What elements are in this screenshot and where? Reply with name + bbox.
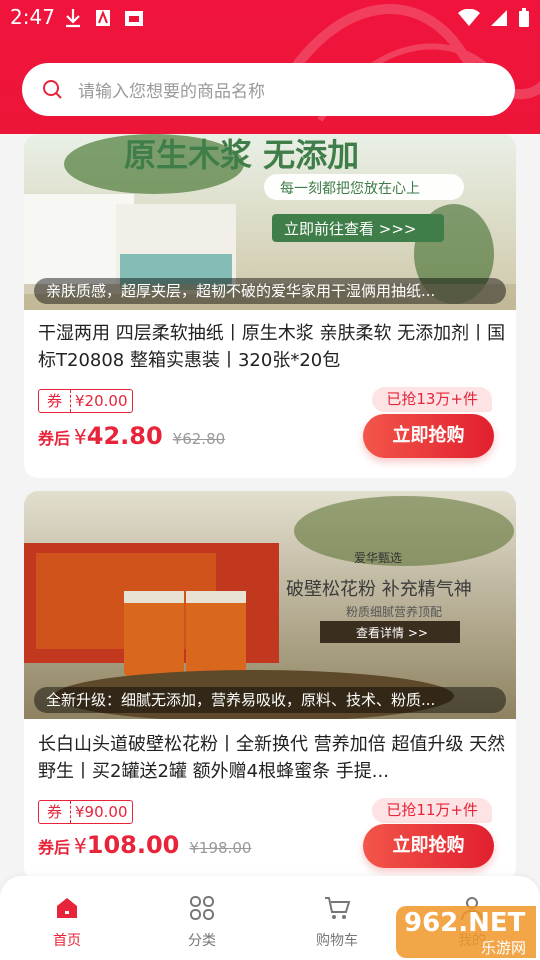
banner-headline: 破壁松花粉 补充精气神 xyxy=(286,579,472,600)
banner-tagline: 每一刻都把您放在心上 xyxy=(280,181,420,197)
watermark-text: 962.NET xyxy=(404,908,526,938)
download-icon xyxy=(66,9,80,28)
tab-label: 购物车 xyxy=(316,933,358,949)
price-value: 108.00 xyxy=(86,831,180,859)
original-price: ¥198.00 xyxy=(189,839,252,857)
sold-count-badge: 已抢11万+件 xyxy=(372,798,492,823)
price-label: 券后 xyxy=(38,429,71,448)
banner-headline: 原生木浆 无添加 xyxy=(124,136,360,174)
tab-category[interactable]: 分类 xyxy=(162,894,242,950)
search-icon xyxy=(43,79,62,99)
search-input[interactable]: 请输入您想要的商品名称 xyxy=(78,77,265,102)
banner-brand: 爱华甄选 xyxy=(354,551,403,565)
bottom-tab-bar: 首页 分类 购物车 我的 962.NET 乐游网 xyxy=(0,876,540,960)
store-icon xyxy=(125,11,143,26)
tab-home[interactable]: 首页 xyxy=(27,894,107,950)
product-caption: 亲肤质感，超厚夹层，超韧不破的爱华家用干湿俩用抽纸... xyxy=(34,278,506,304)
banner-cta[interactable]: 立即前往查看 >>> xyxy=(284,218,416,239)
product-card[interactable]: 爱华甄选 破壁松花粉 补充精气神 粉质细腻营养顶配 查看详情 >> 全新升级：细… xyxy=(24,491,516,881)
coupon-label: 券 xyxy=(39,390,71,412)
watermark-sub: 乐游网 xyxy=(480,939,526,957)
price-currency: ¥ xyxy=(74,425,87,449)
search-bar[interactable]: 请输入您想要的商品名称 xyxy=(22,63,515,116)
watermark: 962.NET 乐游网 xyxy=(396,906,536,958)
product-title[interactable]: 干湿两用 四层柔软抽纸丨原生木浆 亲肤柔软 无添加剂丨国标T20808 整箱实惠… xyxy=(38,320,508,374)
signal-icon xyxy=(491,10,507,26)
grid-icon xyxy=(190,896,214,920)
banner-cta[interactable]: 查看详情 >> xyxy=(356,624,428,641)
price-value: 42.80 xyxy=(86,422,163,450)
status-bar: 2:47 xyxy=(0,0,540,36)
coupon-badge: 券 ¥20.00 xyxy=(38,389,133,413)
tab-label: 分类 xyxy=(188,933,216,949)
product-banner[interactable]: 原生木浆 无添加 每一刻都把您放在心上 立即前往查看 >>> 亲肤质感，超厚夹层… xyxy=(24,134,516,310)
sold-count-badge: 已抢13万+件 xyxy=(372,387,492,412)
product-banner[interactable]: 爱华甄选 破壁松花粉 补充精气神 粉质细腻营养顶配 查看详情 >> 全新升级：细… xyxy=(24,491,516,719)
coupon-label: 券 xyxy=(39,801,71,823)
tab-cart[interactable]: 购物车 xyxy=(297,894,377,950)
pine-pollen-banner-image xyxy=(24,491,516,719)
coupon-badge: 券 ¥90.00 xyxy=(38,800,133,824)
original-price: ¥62.80 xyxy=(172,430,226,448)
product-caption: 全新升级：细腻无添加，营养易吸收，原料、技术、粉质... xyxy=(34,687,506,713)
price-label: 券后 xyxy=(38,838,71,857)
home-icon xyxy=(57,898,77,918)
product-card[interactable]: 原生木浆 无添加 每一刻都把您放在心上 立即前往查看 >>> 亲肤质感，超厚夹层… xyxy=(24,134,516,478)
app-notification-icon xyxy=(96,10,110,26)
header: 2:47 请输入您想要的商品名称 xyxy=(0,0,540,134)
coupon-value: ¥20.00 xyxy=(75,392,128,410)
status-time: 2:47 xyxy=(10,5,55,29)
tab-label: 首页 xyxy=(53,933,81,949)
price-row: 券后 ¥ 42.80 ¥62.80 xyxy=(38,422,225,450)
battery-icon xyxy=(519,8,529,27)
price-currency: ¥ xyxy=(74,834,87,858)
coupon-value: ¥90.00 xyxy=(75,803,128,821)
wifi-icon xyxy=(458,9,480,26)
buy-now-button[interactable]: 立即抢购 xyxy=(363,824,494,868)
price-row: 券后 ¥ 108.00 ¥198.00 xyxy=(38,831,251,859)
cart-icon xyxy=(325,897,351,919)
buy-now-button[interactable]: 立即抢购 xyxy=(363,414,494,458)
product-title[interactable]: 长白山头道破壁松花粉丨全新换代 营养加倍 超值升级 天然野生丨买2罐送2罐 额外… xyxy=(38,731,508,785)
banner-subtitle: 粉质细腻营养顶配 xyxy=(346,605,443,619)
